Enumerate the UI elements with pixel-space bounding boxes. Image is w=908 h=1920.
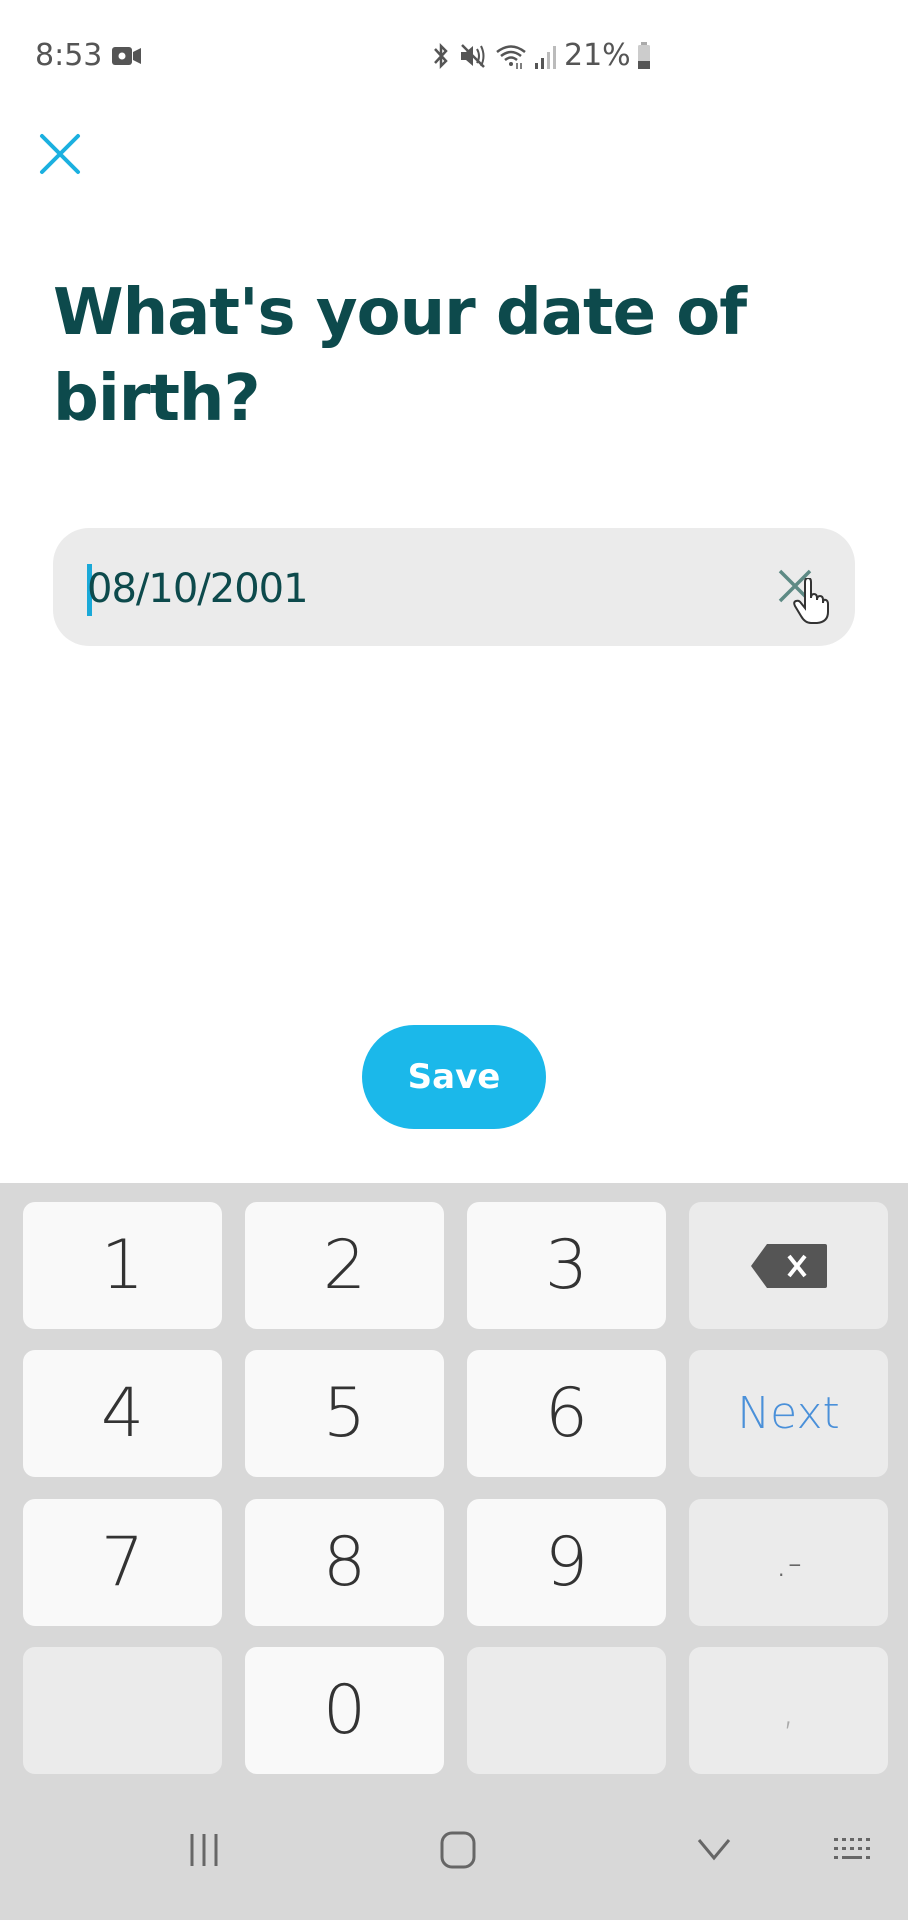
date-of-birth-field[interactable]: 08/10/2001	[53, 528, 855, 646]
key-4[interactable]: 4	[23, 1350, 222, 1477]
mute-icon	[461, 43, 485, 68]
backspace-icon	[750, 1243, 827, 1288]
hand-cursor-icon	[793, 578, 829, 624]
save-button[interactable]: Save	[362, 1025, 546, 1129]
navigation-bar	[0, 1800, 908, 1920]
status-icons: 21%	[430, 38, 651, 73]
comma-key[interactable]: ,	[689, 1647, 888, 1774]
wifi-icon	[496, 44, 526, 69]
status-time: 8:53	[35, 38, 142, 73]
signal-icon	[535, 45, 556, 69]
key-5[interactable]: 5	[245, 1350, 444, 1477]
battery-icon	[637, 41, 650, 69]
page-title: What's your date of birth?	[53, 276, 747, 436]
key-6[interactable]: 6	[467, 1350, 666, 1477]
backspace-key[interactable]	[689, 1202, 888, 1329]
keyboard-switch-icon[interactable]	[832, 1834, 874, 1868]
date-of-birth-input[interactable]: 08/10/2001	[87, 566, 309, 612]
bluetooth-icon	[434, 42, 448, 69]
close-icon	[40, 134, 80, 174]
status-bar: 8:53 21%	[0, 0, 908, 110]
close-button[interactable]	[38, 132, 82, 176]
blank-key-left	[23, 1647, 222, 1774]
period-dash-key[interactable]: .-	[689, 1499, 888, 1626]
battery-percent: 21%	[564, 38, 631, 73]
hide-keyboard-icon[interactable]	[695, 1834, 733, 1864]
video-camera-icon	[112, 46, 142, 65]
next-key[interactable]: Next	[689, 1350, 888, 1477]
home-icon[interactable]	[438, 1830, 478, 1870]
key-9[interactable]: 9	[467, 1499, 666, 1626]
key-7[interactable]: 7	[23, 1499, 222, 1626]
key-1[interactable]: 1	[23, 1202, 222, 1329]
key-8[interactable]: 8	[245, 1499, 444, 1626]
time-text: 8:53	[35, 38, 103, 73]
key-2[interactable]: 2	[245, 1202, 444, 1329]
key-3[interactable]: 3	[467, 1202, 666, 1329]
key-0[interactable]: 0	[245, 1647, 444, 1774]
recent-apps-icon[interactable]	[186, 1830, 222, 1870]
blank-key-right	[467, 1647, 666, 1774]
